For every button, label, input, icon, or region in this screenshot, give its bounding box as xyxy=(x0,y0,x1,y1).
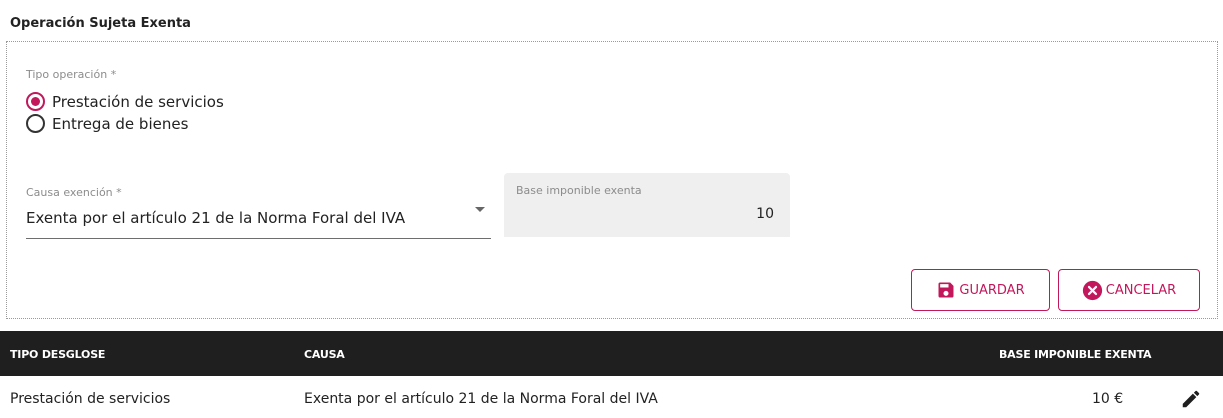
radio-entrega-bienes[interactable]: Entrega de bienes xyxy=(26,114,188,133)
save-label: GUARDAR xyxy=(959,282,1025,298)
radio-prestacion-servicios[interactable]: Prestación de servicios xyxy=(26,92,224,111)
save-button[interactable]: GUARDAR xyxy=(911,269,1050,311)
radio-label: Prestación de servicios xyxy=(52,92,224,111)
caret-down-icon[interactable] xyxy=(475,207,485,212)
base-imponible-value[interactable]: 10 xyxy=(756,206,774,222)
cancel-button[interactable]: CANCELAR xyxy=(1058,269,1200,311)
radio-unchecked-icon[interactable] xyxy=(26,114,45,133)
radio-label: Entrega de bienes xyxy=(52,114,189,133)
cell-tipo: Prestación de servicios xyxy=(10,391,171,407)
floppy-disk-icon xyxy=(938,282,954,298)
cell-causa: Exenta por el artículo 21 de la Norma Fo… xyxy=(304,391,658,407)
radio-checked-icon[interactable] xyxy=(26,92,45,111)
column-header-causa[interactable]: CAUSA xyxy=(304,348,345,361)
cell-base: 10 € xyxy=(1092,391,1124,407)
column-header-tipo[interactable]: TIPO DESGLOSE xyxy=(10,348,105,361)
base-imponible-field[interactable]: Base imponible exenta 10 xyxy=(504,173,790,237)
column-header-base[interactable]: BASE IMPONIBLE EXENTA xyxy=(999,348,1152,361)
pencil-icon[interactable] xyxy=(1180,388,1202,410)
causa-exencion-value: Exenta por el artículo 21 de la Norma Fo… xyxy=(26,209,406,227)
cancel-label: CANCELAR xyxy=(1105,282,1177,298)
causa-exencion-select[interactable]: Exenta por el artículo 21 de la Norma Fo… xyxy=(26,197,491,239)
section-title: Operación Sujeta Exenta xyxy=(10,16,191,31)
base-imponible-label: Base imponible exenta xyxy=(516,184,642,197)
x-circle-icon xyxy=(1082,280,1102,300)
table-header: TIPO DESGLOSE CAUSA BASE IMPONIBLE EXENT… xyxy=(0,331,1223,376)
tipo-operacion-label: Tipo operación * xyxy=(26,68,117,81)
